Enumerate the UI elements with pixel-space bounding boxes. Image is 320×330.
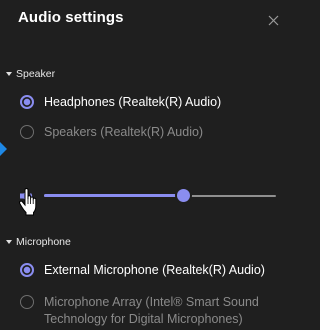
speaker-option-label: Speakers (Realtek(R) Audio) — [44, 125, 204, 139]
edge-pointer-icon — [0, 142, 7, 156]
speaker-option-speakers[interactable]: Speakers (Realtek(R) Audio) — [20, 124, 203, 141]
dialog-title: Audio settings — [18, 9, 124, 26]
microphone-section-header[interactable]: Microphone — [6, 236, 71, 248]
slider-fill — [44, 194, 184, 197]
radio-selected-icon[interactable] — [20, 263, 34, 277]
speaker-option-label: Headphones (Realtek(R) Audio) — [44, 95, 222, 109]
microphone-option-label: Microphone Array (Intel® Smart Sound Tec… — [44, 295, 259, 326]
hand-pointer-cursor-icon — [18, 188, 37, 216]
close-icon — [268, 15, 278, 25]
radio-unselected-icon[interactable] — [20, 125, 34, 139]
close-button[interactable] — [262, 9, 284, 31]
radio-unselected-icon[interactable] — [20, 295, 34, 309]
caret-down-icon — [6, 72, 12, 76]
microphone-section-label: Microphone — [16, 236, 71, 248]
microphone-option-label: External Microphone (Realtek(R) Audio) — [44, 263, 265, 277]
speaker-section-label: Speaker — [16, 68, 56, 80]
audio-settings-panel: Audio settings Speaker Headphones (Realt… — [0, 0, 292, 330]
microphone-option-external[interactable]: External Microphone (Realtek(R) Audio) — [20, 262, 265, 279]
speaker-section-header[interactable]: Speaker — [6, 68, 55, 80]
radio-selected-icon[interactable] — [20, 95, 34, 109]
slider-thumb[interactable] — [177, 189, 191, 202]
speaker-option-headphones[interactable]: Headphones (Realtek(R) Audio) — [20, 94, 221, 111]
speaker-volume-row — [18, 184, 280, 208]
speaker-volume-slider[interactable] — [44, 189, 276, 202]
microphone-option-array[interactable]: Microphone Array (Intel® Smart Sound Tec… — [20, 294, 282, 328]
dialog-header: Audio settings — [14, 9, 284, 33]
caret-down-icon — [6, 240, 12, 244]
